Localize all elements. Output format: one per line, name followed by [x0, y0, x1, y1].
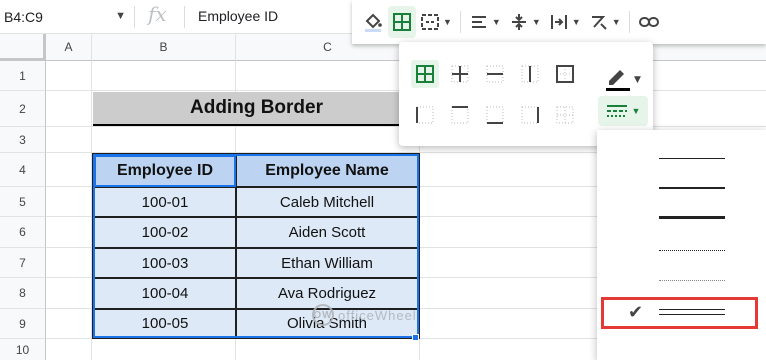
sheet-title-cell[interactable]: Adding Border [93, 92, 420, 126]
line-style-double[interactable]: ✔ [601, 297, 758, 329]
table-cell[interactable]: Aiden Scott [236, 217, 418, 248]
outer-borders-icon[interactable] [551, 60, 579, 88]
column-header-b[interactable]: B [92, 34, 236, 61]
line-style-menu: ✔ [597, 130, 766, 360]
divider [459, 11, 461, 33]
row-header[interactable]: 10 [0, 339, 46, 360]
line-style-dashed[interactable] [597, 266, 766, 296]
bottom-border-icon[interactable] [481, 101, 509, 129]
divider [184, 6, 185, 28]
table-cell[interactable]: 100-04 [94, 278, 236, 309]
inner-borders-icon[interactable] [446, 60, 474, 88]
line-sample [659, 309, 725, 315]
table-cell[interactable]: Ethan William [236, 248, 418, 278]
chevron-down-icon: ▼ [491, 17, 501, 27]
fill-handle[interactable] [412, 334, 419, 341]
divider [628, 11, 630, 33]
row-header[interactable]: 1 [0, 61, 46, 91]
chevron-down-icon: ▼ [571, 17, 581, 27]
header-employee-name[interactable]: Employee Name [236, 155, 418, 187]
horizontal-borders-icon[interactable] [481, 60, 509, 88]
row-header[interactable]: 7 [0, 248, 46, 278]
table-cell[interactable]: 100-02 [94, 217, 236, 248]
chevron-down-icon: ▼ [631, 106, 641, 116]
table-cell[interactable]: 100-05 [94, 309, 236, 338]
watermark-text: officeWheel [338, 307, 417, 323]
row-header[interactable]: 2 [0, 91, 46, 127]
row-header[interactable]: 4 [0, 153, 46, 187]
borders-icon[interactable] [388, 6, 416, 38]
line-sample [659, 187, 725, 189]
divider [134, 6, 135, 28]
insert-link-icon[interactable] [634, 6, 664, 38]
row-header[interactable]: 3 [0, 127, 46, 153]
vertical-align-icon[interactable]: ▼ [505, 6, 545, 38]
table-cell[interactable]: Caleb Mitchell [236, 187, 418, 217]
line-sample [659, 216, 725, 219]
text-wrapping-icon[interactable]: ▼ [545, 6, 585, 38]
horizontal-align-icon[interactable]: ▼ [465, 6, 505, 38]
row-header[interactable]: 8 [0, 278, 46, 309]
watermark-logo-icon: OW [312, 304, 334, 326]
chevron-down-icon: ▼ [611, 17, 621, 27]
name-box[interactable]: B4:C9 ▼ [0, 2, 130, 32]
top-border-icon[interactable] [446, 101, 474, 129]
line-style-dotted[interactable] [597, 236, 766, 266]
cell-reference: B4:C9 [4, 9, 43, 25]
row-header[interactable]: 5 [0, 187, 46, 217]
fill-color-icon[interactable] [358, 6, 388, 38]
chevron-down-icon: ▼ [531, 17, 541, 27]
watermark: OW officeWheel [312, 304, 417, 326]
table-cell[interactable]: 100-03 [94, 248, 236, 278]
svg-text:▼: ▼ [634, 75, 641, 85]
right-border-icon[interactable] [516, 101, 544, 129]
checkmark-icon: ✔ [628, 302, 644, 322]
function-icon: fx [148, 2, 167, 26]
line-style-thin[interactable] [597, 144, 766, 174]
border-color-icon[interactable]: ▼ [606, 62, 642, 97]
select-all-corner[interactable] [0, 34, 46, 61]
border-style-button[interactable]: ▼ [598, 96, 648, 126]
active-cell-outline [94, 155, 236, 187]
all-borders-icon[interactable] [411, 60, 439, 88]
merge-cells-icon[interactable]: ▼ [416, 6, 456, 38]
line-sample [659, 280, 725, 281]
formula-input[interactable]: Employee ID [198, 8, 278, 24]
line-sample [659, 250, 725, 251]
column-header-a[interactable]: A [46, 34, 92, 61]
clear-borders-icon[interactable] [551, 101, 579, 129]
vertical-borders-icon[interactable] [516, 60, 544, 88]
row-header[interactable]: 6 [0, 217, 46, 248]
formatting-toolbar: ▼ ▼ ▼ ▼ ▼ [352, 0, 766, 44]
chevron-down-icon[interactable]: ▼ [115, 10, 126, 22]
row-header[interactable]: 9 [0, 309, 46, 339]
text-rotation-icon[interactable]: ▼ [585, 6, 625, 38]
line-style-medium[interactable] [597, 174, 766, 204]
line-style-thick[interactable] [597, 204, 766, 234]
table-cell[interactable]: 100-01 [94, 187, 236, 217]
line-sample [659, 158, 725, 159]
left-border-icon[interactable] [411, 101, 439, 129]
spreadsheet-window: B4:C9 ▼ fx Employee ID A B C 1 2 3 4 5 6… [0, 0, 766, 360]
chevron-down-icon: ▼ [443, 17, 452, 27]
